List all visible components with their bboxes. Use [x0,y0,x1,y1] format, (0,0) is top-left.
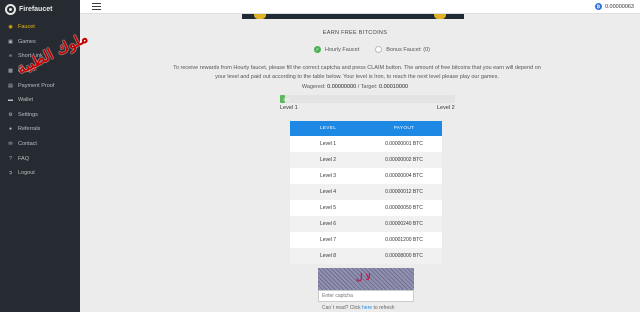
table-row: Level 1 0.00000001 BTC [290,136,442,152]
envelope-icon: ✉ [8,141,13,148]
watermark: ملوك الطيبة [14,28,130,90]
logout-icon: ➲ [8,170,13,177]
radio-label: Bonus Faucet: (0) [386,46,430,53]
captcha-text: ﻻ ﻝ [356,273,371,283]
sidebar-item-label: FAQ [18,155,30,162]
ad-banner[interactable] [242,14,464,19]
payout-cell: 0.00000050 BTC [366,200,442,216]
sidebar-item-label: Settings [18,111,38,118]
watermark-text: ملوك الطيبة [14,28,91,78]
table-row: Level 5 0.00000050 BTC [290,200,442,216]
level-payout-table: LEVEL PAYOUT Level 1 0.00000001 BTC Level… [290,121,442,264]
target-value: 0.00010000 [379,84,409,90]
gamepad-icon: ▣ [8,38,13,45]
balance-value: 0.00000063 [604,3,634,10]
table-row: Level 2 0.00000002 BTC [290,152,442,168]
table-row: Level 6 0.00000240 BTC [290,216,442,232]
check-icon: ✓ [314,46,321,53]
level-cell: Level 7 [290,232,366,248]
table-header-row: LEVEL PAYOUT [290,121,442,136]
users-icon: ● [8,126,13,133]
table-row: Level 4 0.00000012 BTC [290,184,442,200]
gear-icon: ⚙ [8,111,13,118]
level-progress-bar: 1% [280,95,455,103]
wagered-label: Wagered: [301,84,326,90]
payout-cell: 0.00000012 BTC [366,184,442,200]
sidebar-item-wallet[interactable]: ▬ Wallet [0,93,80,108]
hourly-faucet-radio[interactable]: ✓ Hourly Faucet [314,46,359,53]
captcha-refresh-hint: Can`t read? Click here to refresh [322,305,412,311]
bonus-faucet-radio[interactable]: Bonus Faucet: (0) [375,46,430,53]
column-header-level: LEVEL [290,121,366,136]
refresh-captcha-link[interactable]: here [362,305,372,311]
progress-text: 1% [283,96,290,102]
sidebar-item-label: Logout [18,170,35,177]
level-cell: Level 2 [290,152,366,168]
column-header-payout: PAYOUT [366,121,442,136]
captcha-input[interactable] [318,290,414,302]
payout-cell: 0.00000004 BTC [366,168,442,184]
table-row: Level 3 0.00000004 BTC [290,168,442,184]
radio-circle-icon [375,46,383,53]
menu-toggle-icon[interactable] [92,3,101,10]
sidebar-item-referrals[interactable]: ● Referrals [0,122,80,137]
faucet-icon: ◉ [8,24,13,31]
next-level-label: Level 2 [437,105,455,111]
sidebar-item-settings[interactable]: ⚙ Settings [0,108,80,123]
wallet-icon: ▬ [8,97,13,104]
captcha-image: ﻻ ﻝ [318,268,414,290]
level-cell: Level 8 [290,248,366,264]
link-icon: ∞ [8,53,13,60]
wager-status: Wagered: 0.00000000 / Target: 0.00010000 [280,84,430,90]
refresh-suffix: to refresh [373,305,395,311]
gift-icon: ▩ [8,68,13,75]
table-row: Level 7 0.00001200 BTC [290,232,442,248]
wagered-value: 0.00000000 [327,84,357,90]
refresh-prefix: Can`t read? Click [322,305,361,311]
logo-icon [5,3,16,15]
question-icon: ? [9,155,12,162]
payout-cell: 0.00000240 BTC [366,216,442,232]
receipt-icon: ▤ [8,82,13,89]
level-cell: Level 6 [290,216,366,232]
level-cell: Level 1 [290,136,366,152]
logo-title: Firefaucet [19,5,53,13]
table-row: Level 8 0.00008000 BTC [290,248,442,264]
payout-cell: 0.00008000 BTC [366,248,442,264]
payout-cell: 0.00000002 BTC [366,152,442,168]
sidebar-item-logout[interactable]: ➲ Logout [0,166,80,181]
bitcoin-icon: ₿ [594,3,602,10]
radio-label: Hourly Faucet [325,46,360,53]
logo[interactable]: Firefaucet [0,0,80,18]
balance-display: ₿ 0.00000063 [594,3,634,10]
sidebar-item-label: Wallet [18,97,34,104]
payout-cell: 0.00001200 BTC [366,232,442,248]
faucet-description: To receive rewards from Hourly faucet, p… [173,65,541,80]
payout-cell: 0.00000001 BTC [366,136,442,152]
current-level-label: Level 1 [280,105,298,111]
level-cell: Level 3 [290,168,366,184]
sidebar-item-contact[interactable]: ✉ Contact [0,137,80,152]
page-title: EARN FREE BITCOINS [322,30,388,36]
level-progress-fill: 1% [280,95,290,103]
logo-text: Firefaucet [19,6,52,13]
level-cell: Level 4 [290,184,366,200]
top-bar: ₿ 0.00000063 [80,0,640,14]
sidebar-item-label: Contact [18,141,37,148]
sidebar-item-faq[interactable]: ? FAQ [0,151,80,166]
faucet-type-selector: ✓ Hourly Faucet Bonus Faucet: (0) [314,46,430,53]
sidebar-item-label: Referrals [18,126,41,133]
level-cell: Level 5 [290,200,366,216]
target-label: / Target: [357,84,378,90]
